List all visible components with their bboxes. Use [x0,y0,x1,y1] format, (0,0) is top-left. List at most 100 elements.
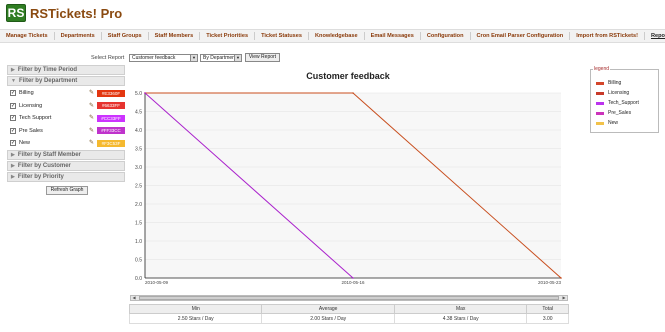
top-nav: Manage Tickets Departments Staff Groups … [0,29,665,43]
filter-customer-label: Filter by Customer [17,162,71,169]
x-tick-label: 2010-05-16 [341,280,365,285]
y-tick-label: 3.5 [135,146,142,152]
view-report-button[interactable]: View Report [245,53,280,62]
nav-cron-email-parser[interactable]: Cron Email Parser Configuration [471,32,571,40]
group-select[interactable]: By Department ▼ [200,54,242,62]
dept-row-new: ✓ New ✎ #F3C53F [7,137,125,150]
edit-icon[interactable]: ✎ [89,128,95,134]
edit-icon[interactable]: ✎ [89,115,95,121]
dept-label: Billing [19,90,34,97]
stats-header: Min [128,304,263,314]
filter-staff-member[interactable]: ▶ Filter by Staff Member [7,149,125,160]
legend-item: New [596,120,618,126]
color-swatch[interactable]: #6633FF [97,102,125,110]
data-point [144,92,146,94]
y-tick-label: 5.0 [135,91,142,97]
dept-checkbox[interactable]: ✓ [10,140,16,147]
refresh-graph-button[interactable]: Refresh Graph [46,186,88,195]
y-tick-label: 1.0 [135,239,142,245]
expand-arrow-icon: ▶ [11,151,15,158]
dept-label: New [19,140,31,147]
expand-arrow-icon: ▶ [11,162,15,169]
filter-staff-member-label: Filter by Staff Member [17,151,81,158]
color-swatch[interactable]: #CC33FF [97,114,125,122]
collapse-arrow-icon: ▼ [11,78,16,84]
stats-cell: 4.38 Stars / Day [393,313,528,324]
y-tick-label: 2.5 [135,183,142,189]
legend-item: Licensing [596,90,629,96]
nav-ticket-statuses[interactable]: Ticket Statuses [255,32,309,40]
dept-checkbox[interactable]: ✓ [10,90,16,97]
y-tick-label: 3.0 [135,165,142,171]
dept-checkbox[interactable]: ✓ [10,102,16,109]
nav-departments[interactable]: Departments [55,32,102,40]
scroll-thumb[interactable] [139,296,559,300]
color-swatch[interactable]: #FF33CC [97,127,125,135]
nav-manage-tickets[interactable]: Manage Tickets [0,32,55,40]
filter-customer[interactable]: ▶ Filter by Customer [7,160,125,171]
data-point [352,92,354,94]
color-swatch[interactable]: #F3C53F [97,139,125,147]
stats-header-row: Min Average Max Total [128,304,569,314]
stats-header: Total [526,304,569,314]
dept-label: Licensing [19,102,43,109]
scroll-right-icon[interactable]: ▶ [561,296,567,300]
data-point [560,277,562,279]
filter-department[interactable]: ▼ Filter by Department [7,76,125,86]
y-tick-label: 4.0 [135,128,142,134]
scroll-left-icon[interactable]: ◀ [131,296,137,300]
chart-legend: legend Billing Licensing Tech_Support Pr… [590,66,659,133]
stats-table: Min Average Max Total 2.50 Stars / Day 2… [128,304,569,324]
dept-label: Pre Sales [19,127,43,134]
nav-staff-groups[interactable]: Staff Groups [102,32,149,40]
dept-checkbox[interactable]: ✓ [10,127,16,134]
chevron-down-icon: ▼ [190,55,197,61]
y-tick-label: 0.5 [135,257,142,263]
nav-reports[interactable]: Reports [645,32,665,40]
nav-knowledgebase[interactable]: Knowledgebase [309,32,365,40]
y-tick-label: 2.0 [135,202,142,208]
chart-scrollbar[interactable]: ◀ ▶ [130,295,568,301]
filter-sidebar: ▶ Filter by Time Period ▼ Filter by Depart… [7,65,125,183]
y-tick-label: 0.0 [135,276,142,282]
dept-row-billing: ✓ Billing ✎ #E3360F [7,87,125,100]
filter-priority-label: Filter by Priority [17,173,64,180]
legend-swatch [596,101,604,105]
dept-row-licensing: ✓ Licensing ✎ #6633FF [7,100,125,113]
legend-label: Licensing [608,90,630,96]
color-swatch[interactable]: #E3360F [97,89,125,97]
y-tick-label: 1.5 [135,220,142,226]
legend-title: legend [593,66,611,72]
dept-row-tech-support: ✓ Tech Support ✎ #CC33FF [7,112,125,125]
stats-header: Max [393,304,528,314]
edit-icon[interactable]: ✎ [89,90,95,96]
nav-ticket-priorities[interactable]: Ticket Priorities [200,32,256,40]
dept-checkbox[interactable]: ✓ [10,115,16,122]
edit-icon[interactable]: ✎ [89,103,95,109]
nav-email-messages[interactable]: Email Messages [365,32,421,40]
dept-row-pre-sales: ✓ Pre Sales ✎ #FF33CC [7,125,125,138]
nav-configuration[interactable]: Configuration [421,32,471,40]
edit-icon[interactable]: ✎ [89,140,95,146]
legend-label: Tech_Support [608,100,639,106]
y-tick-label: 4.5 [135,109,142,115]
report-select-value: Customer feedback [132,55,176,61]
x-tick-label: 2010-05-09 [145,280,169,285]
legend-swatch [596,81,604,85]
expand-arrow-icon: ▶ [11,173,15,180]
line-chart: 0.0 0.5 1.0 1.5 2.0 2.5 3.0 3.5 4.0 4.5 5.0 2010-05… [135,91,562,285]
report-select[interactable]: Customer feedback ▼ [129,54,198,62]
legend-label: Billing [608,80,622,86]
stats-cell: 3.00 [526,313,569,324]
chevron-down-icon: ▼ [234,55,241,61]
data-point [352,277,354,279]
legend-swatch [596,121,604,125]
nav-staff-members[interactable]: Staff Members [149,32,201,40]
filter-priority[interactable]: ▶ Filter by Priority [7,171,125,182]
nav-import[interactable]: Import from RSTickets! [570,32,645,40]
group-select-value: By Department [203,55,237,61]
filter-time-period[interactable]: ▶ Filter by Time Period [7,65,125,75]
stats-cell: 2.00 Stars / Day [261,313,395,324]
app-header: RS RSTickets! Pro [0,0,665,28]
legend-swatch [596,91,604,95]
